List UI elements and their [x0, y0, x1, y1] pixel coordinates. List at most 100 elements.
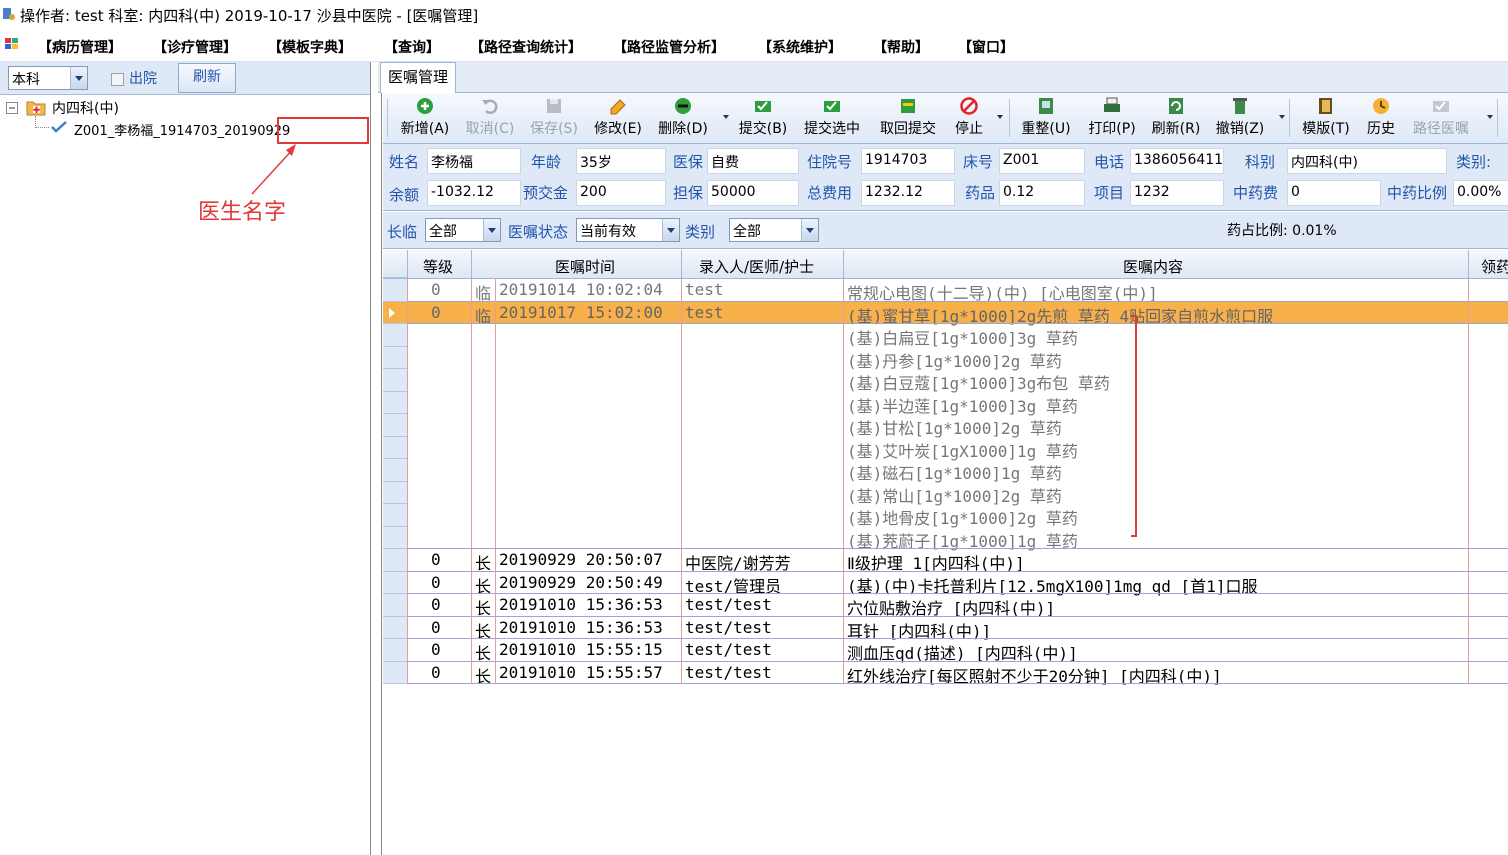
row-header[interactable] — [383, 324, 407, 347]
path-order-button[interactable]: 路径医嘱 — [1409, 96, 1473, 138]
table-row[interactable]: (基)常山[1g*1000]2g 草药 — [383, 481, 1508, 506]
column-header-content[interactable]: 医嘱内容 — [1123, 256, 1183, 277]
discharge-label[interactable]: 出院 — [129, 68, 157, 88]
revoke-button[interactable]: 撤销(Z) — [1213, 96, 1267, 138]
menu-item-window[interactable]: 【窗口】 — [958, 37, 1014, 57]
column-header-drug-pickup[interactable]: 领药 — [1481, 256, 1508, 277]
table-row[interactable]: (基)磁石[1g*1000]1g 草药 — [383, 459, 1508, 483]
save-button[interactable]: 保存(S) — [527, 96, 581, 138]
menu-item-path-supervision[interactable]: 【路径监管分析】 — [613, 37, 725, 57]
column-header-entered-by[interactable]: 录入人/医师/护士 — [699, 256, 814, 277]
row-header[interactable] — [383, 301, 407, 324]
collapse-icon[interactable] — [6, 102, 18, 114]
grid-header-divider[interactable] — [407, 250, 408, 278]
order-filter-bar: 长临 全部 医嘱状态 当前有效 类别 全部 药占比例: 0.01% — [383, 212, 1508, 249]
row-header[interactable] — [383, 436, 407, 459]
table-row[interactable]: 0 长 20191010 15:55:57 test/test 红外线治疗[每区照射不少… — [383, 661, 1508, 686]
submit-selected-button[interactable]: 提交选中 — [801, 96, 863, 138]
column-header-time[interactable]: 医嘱时间 — [555, 256, 615, 277]
menu-item-path-query-stats[interactable]: 【路径查询统计】 — [470, 37, 582, 57]
menu-item-system-maintenance[interactable]: 【系统维护】 — [758, 37, 842, 57]
menu-item-diagnosis[interactable]: 【诊疗管理】 — [153, 37, 237, 57]
window-title: 操作者: test 科室: 内四科(中) 2019-10-17 沙县中医院 - … — [20, 7, 479, 25]
row-header[interactable] — [383, 639, 407, 662]
table-row[interactable]: (基)半边莲[1g*1000]3g 草药 — [383, 391, 1508, 416]
long-temp-select[interactable]: 全部 — [425, 218, 501, 242]
table-row[interactable]: (基)甘松[1g*1000]2g 草药 — [383, 414, 1508, 438]
table-row[interactable]: 0 长 20191010 15:55:15 test/test 测血压qd(描述) [内… — [383, 639, 1508, 663]
grid-body: 0 临 20191014 10:02:04 test 常规心电图(十二导)(中) [心电… — [383, 279, 1508, 686]
table-row[interactable]: 0 长 20190929 20:50:49 test/管理员 (基)(中)卡托普利片[1… — [383, 571, 1508, 596]
row-header[interactable] — [383, 481, 407, 504]
row-header[interactable] — [383, 526, 407, 549]
chevron-down-icon[interactable] — [801, 219, 818, 241]
chevron-down-icon[interactable] — [483, 219, 500, 241]
menu-item-template-dict[interactable]: 【模板字典】 — [268, 37, 352, 57]
template-button[interactable]: 模版(T) — [1299, 96, 1353, 138]
table-row[interactable]: (基)丹参[1g*1000]2g 草药 — [383, 346, 1508, 371]
category-select[interactable]: 全部 — [729, 218, 819, 242]
row-header[interactable] — [383, 459, 407, 482]
delete-button[interactable]: 删除(D) — [655, 96, 711, 138]
table-row[interactable]: (基)艾叶炭[1gX1000]1g 草药 — [383, 436, 1508, 461]
tree-patient-node[interactable]: Z001_李杨福_1914703_20190929 — [74, 120, 290, 139]
cell-level: 0 — [431, 302, 441, 322]
print-button[interactable]: 打印(P) — [1085, 96, 1139, 138]
edit-button[interactable]: 修改(E) — [591, 96, 645, 138]
grid-header-divider[interactable] — [471, 250, 472, 278]
table-row[interactable]: 0 临 20191014 10:02:04 test 常规心电图(十二导)(中) [心电… — [383, 279, 1508, 303]
dept-filter-value: 本科 — [12, 72, 40, 88]
dept-filter-select[interactable]: 本科 — [8, 66, 88, 90]
row-header[interactable] — [383, 594, 407, 617]
row-header[interactable] — [383, 414, 407, 437]
table-row[interactable]: (基)白扁豆[1g*1000]3g 草药 — [383, 324, 1508, 348]
submit-button[interactable]: 提交(B) — [735, 96, 791, 138]
row-header[interactable] — [383, 571, 407, 594]
reorganize-button[interactable]: 重整(U) — [1019, 96, 1073, 138]
order-status-select[interactable]: 当前有效 — [576, 218, 680, 242]
refresh-toolbar-button[interactable]: 刷新(R) — [1149, 96, 1203, 138]
cell-level: 0 — [431, 640, 441, 659]
grid-header-divider[interactable] — [681, 250, 682, 278]
table-row[interactable]: (基)白豆蔻[1g*1000]3g布包 草药 — [383, 369, 1508, 393]
row-header[interactable] — [383, 369, 407, 392]
chevron-down-icon[interactable] — [662, 219, 679, 241]
row-header[interactable] — [383, 346, 407, 369]
menu-item-query[interactable]: 【查询】 — [384, 37, 440, 57]
add-button[interactable]: 新增(A) — [399, 96, 451, 138]
table-row[interactable]: 0 长 20190929 20:50:07 中医院/谢芳芳 Ⅱ级护理 1[内四科(中)] — [383, 549, 1508, 573]
table-row[interactable]: (基)地骨皮[1g*1000]2g 草药 — [383, 504, 1508, 528]
table-row[interactable]: (基)茺蔚子[1g*1000]1g 草药 — [383, 526, 1508, 551]
cell-time: 20191010 15:55:57 — [499, 662, 663, 682]
cell-level: 0 — [431, 550, 441, 569]
grid-row-line — [407, 481, 1508, 482]
grid-header-divider[interactable] — [843, 250, 844, 278]
phone-field: 13860564110 — [1130, 148, 1224, 174]
mdi-window-icon[interactable] — [4, 37, 20, 51]
table-row[interactable]: 0 临 20191017 15:02:00 test (基)蜜甘草[1g*1000]2g… — [383, 301, 1508, 326]
row-header[interactable] — [383, 549, 407, 572]
cell-level: 0 — [431, 595, 441, 614]
row-header[interactable] — [383, 391, 407, 414]
grid-header-divider[interactable] — [1468, 250, 1469, 278]
panel-splitter[interactable] — [370, 62, 382, 855]
menu-item-help[interactable]: 【帮助】 — [873, 37, 929, 57]
orders-grid: 等级 医嘱时间 录入人/医师/护士 医嘱内容 领药 0 临 20191014 10:… — [383, 250, 1508, 686]
row-header[interactable] — [383, 616, 407, 639]
column-header-level[interactable]: 等级 — [423, 256, 453, 277]
tab-orders[interactable]: 医嘱管理 — [380, 62, 456, 93]
table-row[interactable]: 0 长 20191010 15:36:53 test/test 耳针 [内四科(中)] — [383, 616, 1508, 641]
discharge-checkbox[interactable] — [111, 73, 124, 86]
row-header[interactable] — [383, 661, 407, 684]
menu-item-medical-records[interactable]: 【病历管理】 — [38, 37, 122, 57]
stop-button[interactable]: 停止 — [949, 96, 989, 138]
table-row[interactable]: 0 长 20191010 15:36:53 test/test 穴位贴敷治疗 [内四科(… — [383, 594, 1508, 618]
tree-root-department[interactable]: 内四科(中) — [52, 98, 119, 118]
row-header[interactable] — [383, 279, 407, 302]
row-header[interactable] — [383, 504, 407, 527]
history-button[interactable]: 历史 — [1363, 96, 1399, 138]
cancel-button[interactable]: 取消(C) — [463, 96, 517, 138]
retrieve-submit-button[interactable]: 取回提交 — [877, 96, 939, 138]
chevron-down-icon[interactable] — [70, 67, 87, 89]
refresh-button[interactable]: 刷新 — [178, 63, 236, 93]
